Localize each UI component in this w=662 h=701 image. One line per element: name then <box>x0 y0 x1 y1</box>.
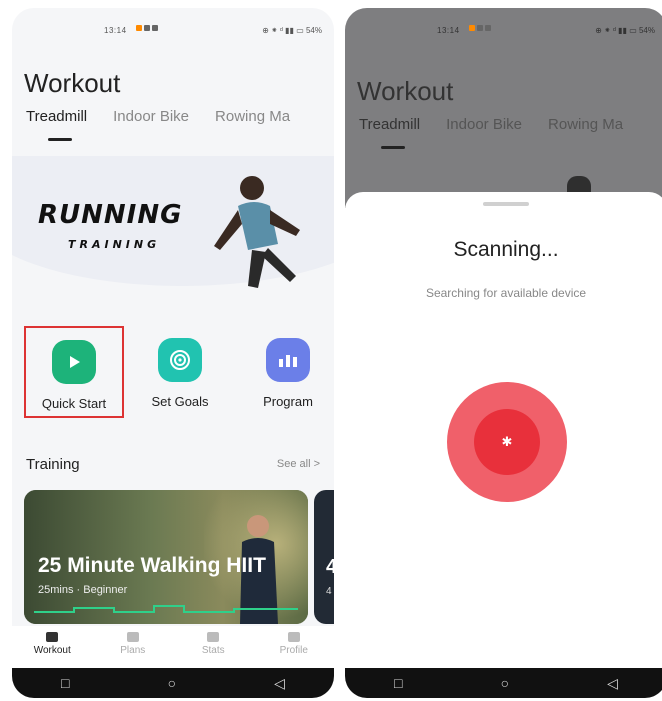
training-card-title: 25 Minute Walking HIIT <box>38 554 266 577</box>
training-card-next[interactable]: 4 4 <box>314 490 334 624</box>
system-status: ⊕ ⁕ ᵈ ▮▮ ▭ 54% <box>595 26 655 35</box>
tab-rowing-machine: Rowing Ma <box>548 116 624 133</box>
workout-icon <box>46 632 59 642</box>
nav-plans-label: Plans <box>120 645 146 656</box>
workout-screen: 13:14 ⊕ ⁕ ᵈ ▮▮ ▭ 54% Workout Treadmill I… <box>12 8 334 698</box>
notification-icons <box>469 25 491 31</box>
nav-workout[interactable]: Workout <box>12 626 93 668</box>
program-label: Program <box>263 394 313 409</box>
nav-stats[interactable]: Stats <box>173 626 254 668</box>
page-title: Workout <box>24 68 121 98</box>
home-button[interactable]: ○ <box>168 675 176 691</box>
scanning-title: Scanning... <box>453 238 559 261</box>
nav-stats-label: Stats <box>201 645 225 656</box>
quick-start-button[interactable]: Quick Start <box>24 326 124 418</box>
tab-indoor-bike[interactable]: Indoor Bike <box>113 108 189 125</box>
tab-rowing-machine[interactable]: Rowing Ma <box>215 108 290 125</box>
plans-icon <box>126 632 139 642</box>
training-card-meta: 25mins · Beginner <box>38 584 128 596</box>
back-button[interactable]: ◁ <box>274 675 285 692</box>
set-goals-label: Set Goals <box>151 394 209 409</box>
recents-button[interactable]: □ <box>394 675 402 691</box>
nav-plans[interactable]: Plans <box>93 626 174 668</box>
training-heading: Training <box>26 456 80 473</box>
status-time: 13:14 <box>437 26 460 35</box>
chart-icon <box>266 338 310 382</box>
set-goals-button[interactable]: Set Goals <box>130 326 230 418</box>
sheet-handle[interactable] <box>483 202 529 206</box>
system-nav-bar: □ ○ ◁ <box>12 668 334 698</box>
training-card[interactable]: 25 Minute Walking HIIT 25mins · Beginner <box>24 490 308 624</box>
quick-start-label: Quick Start <box>41 396 107 411</box>
banner-headline: RUNNING <box>38 200 183 230</box>
system-nav-bar: □ ○ ◁ <box>345 668 662 698</box>
see-all-link[interactable]: See all > <box>277 458 320 470</box>
program-button[interactable]: Program <box>238 326 334 418</box>
profile-icon <box>287 632 300 642</box>
training-card-next-meta: 4 <box>326 586 332 597</box>
status-bar: 13:14 ⊕ ⁕ ᵈ ▮▮ ▭ 54% <box>12 8 334 48</box>
scanning-sheet: Scanning... Searching for available devi… <box>345 192 662 698</box>
tab-indoor-bike: Indoor Bike <box>446 116 523 133</box>
runner-illustration <box>214 176 300 288</box>
nav-profile[interactable]: Profile <box>254 626 335 668</box>
status-time: 13:14 <box>104 26 127 35</box>
stats-icon <box>207 632 220 642</box>
equipment-tabs: Treadmill Indoor Bike Rowing Ma <box>359 116 624 149</box>
scanning-pulse: ✱ <box>447 382 567 502</box>
training-card-next-title: 4 <box>326 556 334 578</box>
banner-subheadline: TRAINING <box>68 238 161 251</box>
scanning-screen: 13:14 ⊕ ⁕ ᵈ ▮▮ ▭ 54% Workout Treadmill I… <box>345 8 662 698</box>
tab-treadmill: Treadmill <box>359 116 421 149</box>
scanning-subtitle: Searching for available device <box>425 286 587 300</box>
bluetooth-icon: ✱ <box>474 409 540 475</box>
recents-button[interactable]: □ <box>61 675 69 691</box>
quick-actions: Quick Start Set Goals Program <box>12 326 334 426</box>
status-bar: 13:14 ⊕ ⁕ ᵈ ▮▮ ▭ 54% <box>345 8 662 48</box>
nav-workout-label: Workout <box>33 645 71 656</box>
running-training-banner[interactable]: RUNNING TRAINING <box>12 156 334 296</box>
training-section-header: Training See all > <box>26 456 320 476</box>
bottom-nav: Workout Plans Stats Profile <box>12 626 334 668</box>
tab-treadmill[interactable]: Treadmill <box>26 108 87 141</box>
play-icon <box>52 340 96 384</box>
intensity-graph <box>34 605 298 613</box>
nav-profile-label: Profile <box>279 645 308 656</box>
target-icon <box>158 338 202 382</box>
system-status: ⊕ ⁕ ᵈ ▮▮ ▭ 54% <box>262 26 322 35</box>
page-title: Workout <box>357 76 454 106</box>
home-button[interactable]: ○ <box>501 675 509 691</box>
equipment-tabs: Treadmill Indoor Bike Rowing Ma <box>26 108 290 141</box>
notification-icons <box>136 25 158 31</box>
back-button[interactable]: ◁ <box>607 675 618 692</box>
